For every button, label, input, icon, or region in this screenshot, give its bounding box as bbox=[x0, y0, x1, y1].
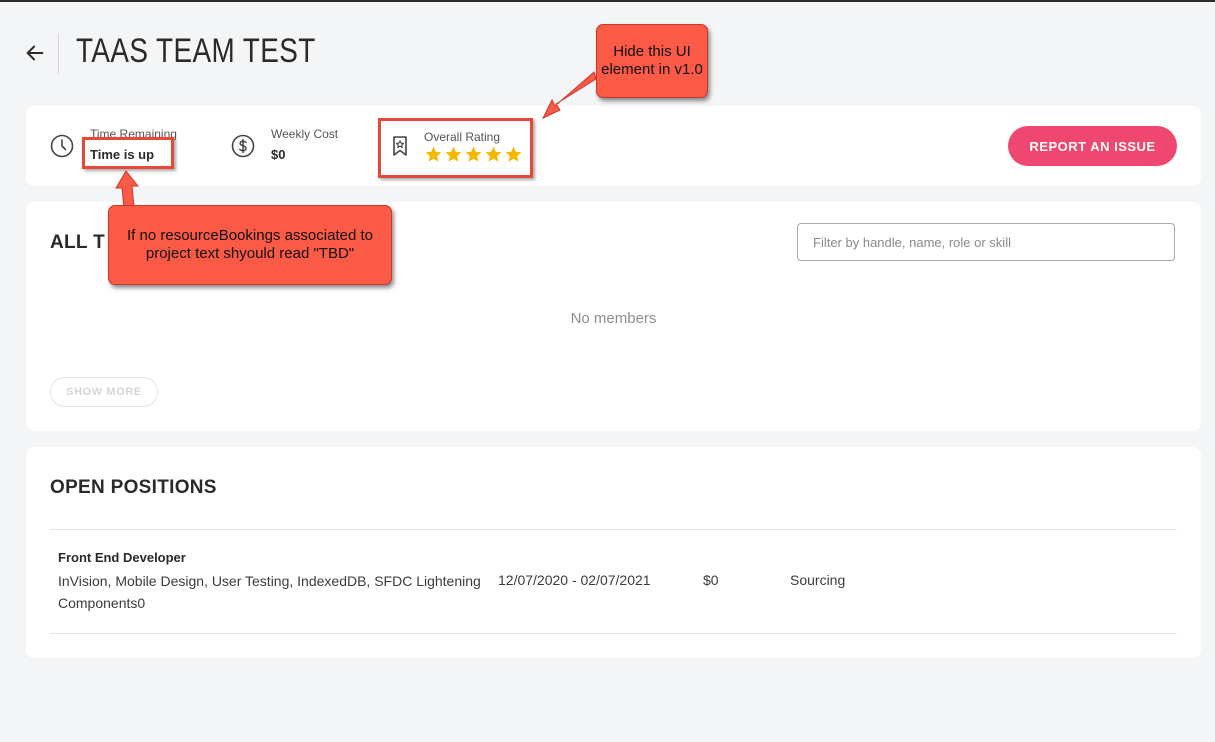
report-issue-button[interactable]: REPORT AN ISSUE bbox=[1008, 126, 1177, 166]
position-cost: $0 bbox=[703, 572, 719, 588]
position-status: Sourcing bbox=[790, 572, 846, 588]
members-section-title: ALL T bbox=[50, 232, 105, 253]
top-border bbox=[0, 0, 1215, 2]
empty-members-text: No members bbox=[570, 310, 657, 327]
open-positions-card: OPEN POSITIONS Front End Developer InVis… bbox=[26, 447, 1201, 658]
positions-divider-bottom bbox=[50, 633, 1177, 634]
annotation-callout-rating: Hide this UI element in v1.0 bbox=[596, 24, 708, 98]
annotation-highlight-rating bbox=[378, 118, 533, 178]
summary-card: Time Remaining Time is up Weekly Cost $0… bbox=[26, 106, 1201, 186]
show-more-button[interactable]: SHOW MORE bbox=[50, 377, 158, 407]
position-role: Front End Developer bbox=[58, 550, 186, 565]
dollar-circle-icon bbox=[231, 134, 255, 158]
position-dates: 12/07/2020 - 02/07/2021 bbox=[498, 572, 651, 588]
clock-icon bbox=[50, 134, 74, 158]
header-divider bbox=[58, 34, 59, 74]
weekly-cost-value: $0 bbox=[271, 147, 286, 162]
annotation-highlight-time bbox=[82, 137, 174, 169]
positions-divider-top bbox=[50, 529, 1177, 530]
member-filter-input[interactable] bbox=[797, 223, 1175, 261]
positions-section-title: OPEN POSITIONS bbox=[50, 477, 217, 498]
weekly-cost-label: Weekly Cost bbox=[271, 127, 339, 141]
back-button[interactable] bbox=[24, 42, 46, 64]
page-title: TAAS TEAM TEST bbox=[76, 32, 316, 70]
position-skills: InVision, Mobile Design, User Testing, I… bbox=[58, 573, 481, 611]
arrow-left-icon bbox=[26, 45, 44, 61]
annotation-callout-time: If no resourceBookings associated to pro… bbox=[108, 205, 392, 285]
